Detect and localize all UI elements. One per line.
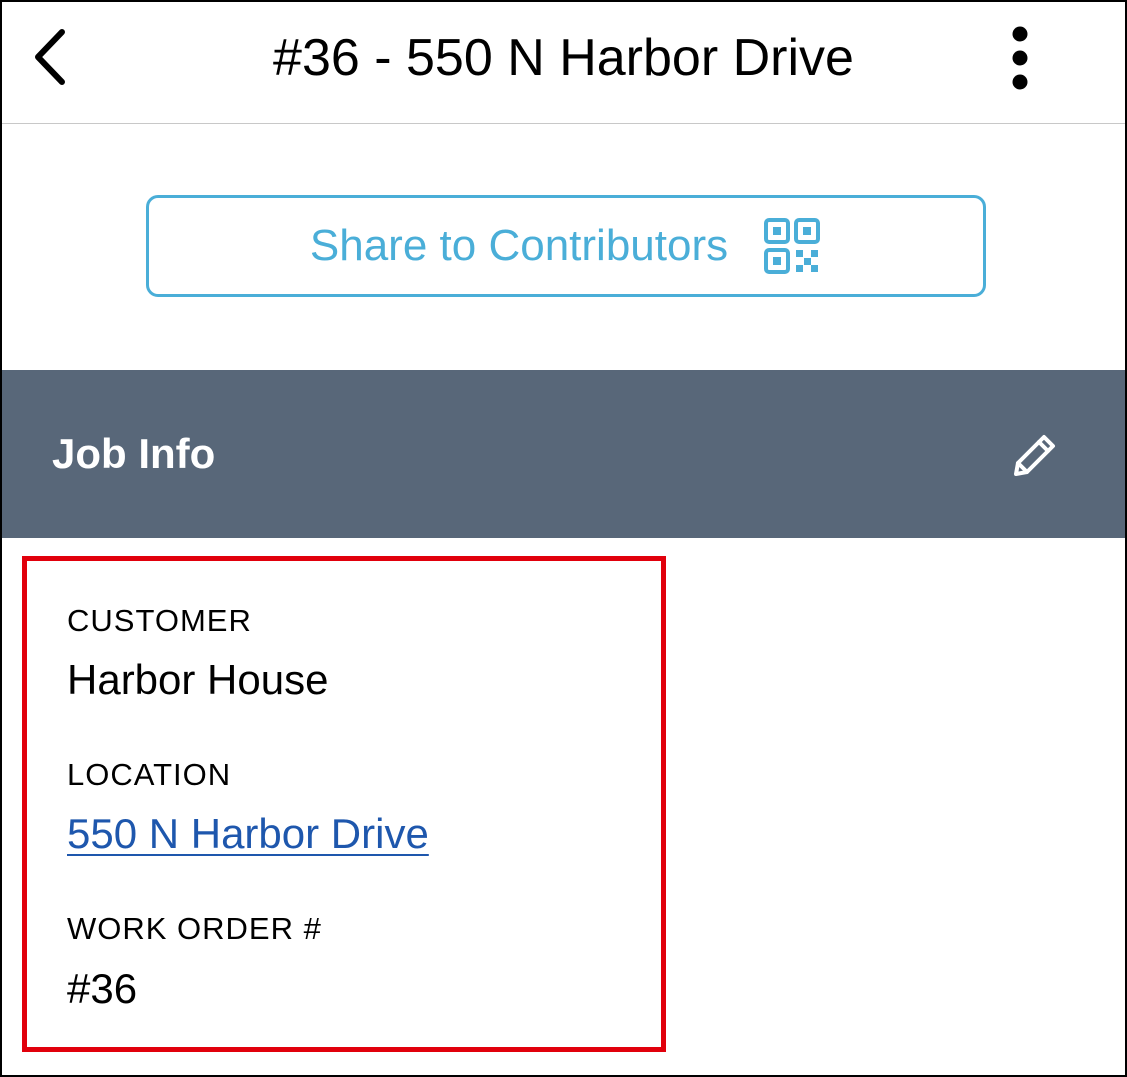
work-order-label: WORK ORDER # [67,911,322,946]
customer-value: Harbor House [67,656,329,703]
location-link[interactable]: 550 N Harbor Drive [67,809,429,859]
work-order-value: #36 [67,965,138,1012]
share-to-contributors-button[interactable]: Share to Contributors [146,195,986,297]
job-info-details: CUSTOMER Harbor House LOCATION 550 N Har… [22,556,666,1052]
share-button-label: Share to Contributors [309,221,729,270]
back-button[interactable] [24,26,76,88]
more-options-button[interactable] [998,22,1042,94]
section-title: Job Info [52,430,216,477]
pencil-icon [1014,435,1055,476]
customer-label: CUSTOMER [67,603,252,638]
edit-job-info-button[interactable] [1002,424,1066,488]
page-title: #36 - 550 N Harbor Drive [273,29,854,87]
more-vertical-icon [1012,26,1028,90]
top-navigation-bar: #36 - 550 N Harbor Drive [2,2,1125,124]
chevron-left-icon [35,29,65,85]
qr-code-icon [764,218,821,274]
location-label: LOCATION [67,757,232,792]
app-screen: #36 - 550 N Harbor Drive Share to Contri… [0,0,1127,1077]
job-info-header: Job Info [2,370,1125,538]
